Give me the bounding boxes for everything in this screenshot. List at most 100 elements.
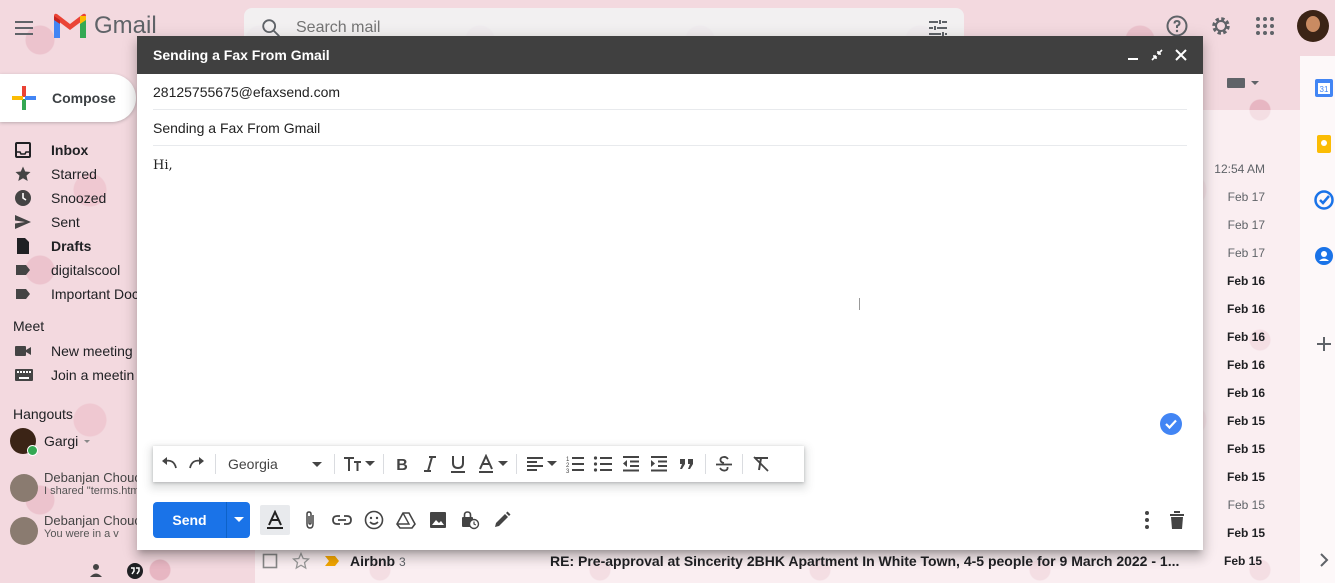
font-size-icon[interactable] bbox=[343, 450, 375, 478]
numbered-list-icon[interactable]: 123 bbox=[565, 450, 585, 478]
label-icon bbox=[0, 285, 51, 303]
meet-item-label: New meeting bbox=[51, 343, 133, 359]
indent-less-icon[interactable] bbox=[621, 450, 641, 478]
importance-marker-icon[interactable] bbox=[324, 555, 340, 567]
meet-nav: New meeting Join a meetin bbox=[0, 339, 140, 387]
account-avatar[interactable] bbox=[1297, 10, 1329, 42]
hangouts-quote-icon[interactable] bbox=[126, 562, 144, 580]
checkbox-icon[interactable] bbox=[262, 553, 278, 569]
bulleted-list-icon[interactable] bbox=[593, 450, 613, 478]
minimize-icon[interactable] bbox=[1125, 47, 1141, 63]
insert-photo-icon[interactable] bbox=[426, 508, 450, 532]
sidebar-item-label: Snoozed bbox=[51, 190, 107, 206]
text-color-icon[interactable] bbox=[476, 450, 508, 478]
chevron-right-icon[interactable] bbox=[1314, 550, 1334, 570]
chat-item[interactable]: Debanjan Chouc I shared "terms.htm bbox=[10, 470, 141, 502]
search-input[interactable] bbox=[296, 19, 856, 37]
message-body[interactable]: Hi, bbox=[153, 158, 173, 173]
hangouts-user[interactable]: Gargi bbox=[10, 428, 92, 456]
sidebar-item-label: Sent bbox=[51, 214, 80, 230]
contacts-icon[interactable] bbox=[1314, 246, 1334, 266]
attach-file-icon[interactable] bbox=[298, 508, 322, 532]
help-icon[interactable] bbox=[1165, 14, 1189, 38]
clock-icon bbox=[0, 189, 51, 207]
mail-date: Feb 16 bbox=[1226, 330, 1265, 344]
sidebar-item-inbox[interactable]: Inbox bbox=[0, 138, 140, 162]
exit-full-screen-icon[interactable] bbox=[1149, 47, 1165, 63]
to-field[interactable]: 28125755675@efaxsend.com bbox=[153, 74, 1187, 110]
mail-date: Feb 15 bbox=[1226, 470, 1265, 484]
mail-date: Feb 16 bbox=[1226, 386, 1265, 400]
mail-date: Feb 15 bbox=[1226, 414, 1265, 428]
sidebar-item-snoozed[interactable]: Snoozed bbox=[0, 186, 140, 210]
underline-icon[interactable] bbox=[448, 450, 468, 478]
insert-link-icon[interactable] bbox=[330, 508, 354, 532]
close-icon[interactable] bbox=[1173, 47, 1189, 63]
side-panel: 31 bbox=[1300, 56, 1335, 583]
chat-message: I shared "terms.htm bbox=[44, 485, 140, 497]
discard-draft-trash-icon[interactable] bbox=[1167, 508, 1187, 532]
mail-date: Feb 17 bbox=[1227, 246, 1265, 260]
formatting-options-icon[interactable] bbox=[260, 505, 290, 535]
chat-item[interactable]: Debanjan Chouc You were in a v bbox=[10, 513, 141, 545]
tasks-icon[interactable] bbox=[1314, 190, 1334, 210]
calendar-icon[interactable]: 31 bbox=[1314, 78, 1334, 98]
indent-more-icon[interactable] bbox=[649, 450, 669, 478]
insert-signature-icon[interactable] bbox=[490, 508, 514, 532]
apps-grid-icon[interactable] bbox=[1253, 14, 1277, 38]
google-drive-icon[interactable] bbox=[394, 508, 418, 532]
sidebar-item-sent[interactable]: Sent bbox=[0, 210, 140, 234]
confidential-mode-icon[interactable] bbox=[458, 508, 482, 532]
sidebar-item-important-doc[interactable]: Important Doc bbox=[0, 282, 140, 306]
add-plus-icon[interactable] bbox=[1314, 334, 1334, 354]
star-outline-icon[interactable] bbox=[292, 552, 310, 570]
grammar-check-icon[interactable] bbox=[1160, 413, 1182, 435]
chat-message: You were in a v bbox=[44, 528, 119, 540]
toolbar-divider bbox=[383, 454, 384, 474]
align-icon[interactable] bbox=[525, 450, 557, 478]
compose-footer: Send bbox=[153, 502, 1187, 538]
new-meeting-item[interactable]: New meeting bbox=[0, 339, 140, 363]
font-family-select[interactable]: Georgia bbox=[224, 450, 326, 478]
sidebar-item-digitalscool[interactable]: digitalscool bbox=[0, 258, 140, 282]
emoji-icon[interactable] bbox=[362, 508, 386, 532]
input-tools-keyboard-icon[interactable] bbox=[1226, 76, 1260, 90]
meet-section-title: Meet bbox=[13, 318, 45, 334]
draft-icon bbox=[0, 237, 51, 255]
keep-icon[interactable] bbox=[1314, 134, 1334, 154]
chat-avatar bbox=[10, 474, 38, 502]
undo-icon[interactable] bbox=[159, 450, 179, 478]
bold-icon[interactable]: B bbox=[392, 450, 412, 478]
main-menu-icon[interactable] bbox=[12, 16, 36, 40]
compose-window-controls bbox=[1117, 47, 1189, 63]
to-recipient[interactable]: 28125755675@efaxsend.com bbox=[153, 84, 340, 100]
sidebar-item-label: Starred bbox=[51, 166, 97, 182]
mail-row[interactable]: Airbnb 3 RE: Pre-approval at Sincerity 2… bbox=[262, 550, 1262, 572]
subject-text[interactable]: Sending a Fax From Gmail bbox=[153, 120, 320, 136]
chevron-down-icon[interactable] bbox=[82, 436, 92, 446]
toolbar-divider bbox=[742, 454, 743, 474]
sidebar-item-drafts[interactable]: Drafts bbox=[0, 234, 140, 258]
mail-subject: RE: Pre-approval at Sincerity 2BHK Apart… bbox=[550, 553, 1180, 569]
subject-field[interactable]: Sending a Fax From Gmail bbox=[153, 110, 1187, 146]
sidebar-item-starred[interactable]: Starred bbox=[0, 162, 140, 186]
toolbar-divider bbox=[334, 454, 335, 474]
join-meeting-item[interactable]: Join a meetin bbox=[0, 363, 140, 387]
compose-button[interactable]: Compose bbox=[0, 74, 136, 122]
compose-label: Compose bbox=[52, 90, 116, 106]
strikethrough-icon[interactable] bbox=[714, 450, 734, 478]
sidebar-item-label: digitalscool bbox=[51, 262, 121, 278]
mail-date: Feb 15 bbox=[1226, 526, 1265, 540]
italic-icon[interactable] bbox=[420, 450, 440, 478]
more-options-icon[interactable] bbox=[1137, 508, 1157, 532]
person-icon[interactable] bbox=[88, 562, 104, 580]
svg-text:31: 31 bbox=[1320, 85, 1329, 94]
quote-icon[interactable] bbox=[677, 450, 697, 478]
redo-icon[interactable] bbox=[187, 450, 207, 478]
send-button[interactable]: Send bbox=[153, 502, 226, 538]
mail-date: Feb 16 bbox=[1226, 274, 1265, 288]
remove-formatting-icon[interactable] bbox=[751, 450, 771, 478]
settings-gear-icon[interactable] bbox=[1209, 14, 1233, 38]
compose-header[interactable]: Sending a Fax From Gmail bbox=[137, 36, 1203, 74]
send-options-button[interactable] bbox=[226, 502, 250, 538]
